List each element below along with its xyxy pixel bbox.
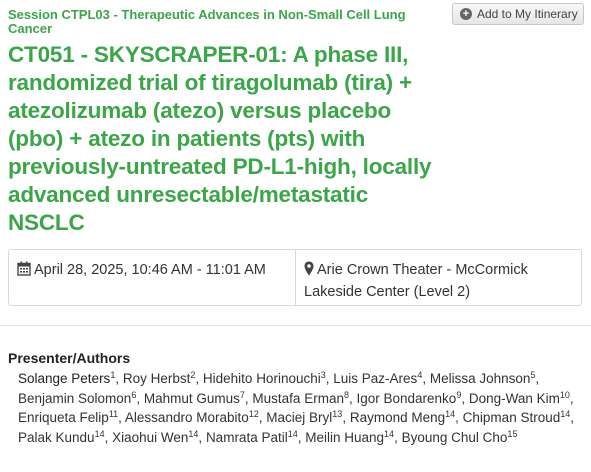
- author-affiliation: 7: [239, 389, 245, 400]
- author-name: Dong-Wan Kim: [468, 390, 560, 406]
- author-name: Byoung Chul Cho: [401, 429, 508, 445]
- location-cell: Arie Crown Theater - McCormick Lakeside …: [296, 250, 581, 305]
- author-name: Hidehito Horinouchi: [202, 371, 321, 386]
- author-name: Melissa Johnson: [429, 371, 531, 386]
- section-divider: [0, 325, 591, 326]
- author-name: Benjamin Solomon: [18, 390, 132, 406]
- author-item: Enriqueta Felip11: [18, 409, 119, 426]
- date-cell: April 28, 2025, 10:46 AM - 11:01 AM: [9, 250, 296, 305]
- author-item: Mustafa Erman8: [252, 389, 349, 406]
- author-affiliation: 5: [530, 370, 536, 380]
- author-affiliation: 14: [188, 428, 199, 439]
- author-affiliation: 13: [332, 409, 343, 419]
- author-affiliation: 14: [445, 409, 456, 419]
- presenters-label: Presenter/Authors: [8, 350, 131, 366]
- author-affiliation: 14: [384, 428, 395, 439]
- author-affiliation: 11: [108, 409, 119, 419]
- map-marker-icon: [304, 261, 314, 282]
- author-item: Benjamin Solomon6: [18, 389, 137, 406]
- session-title: Session CTPL03 - Therapeutic Advances in…: [8, 7, 406, 36]
- author-name: Chipman Stroud: [462, 410, 561, 425]
- author-name: Palak Kundu: [18, 429, 95, 445]
- author-item: Xiaohui Wen14: [112, 428, 199, 445]
- author-name: Roy Herbst: [122, 371, 191, 386]
- author-name: Alessandro Morabito: [124, 410, 249, 425]
- author-affiliation: 14: [94, 428, 105, 439]
- author-item: Hidehito Horinouchi3: [202, 370, 326, 387]
- session-datetime: April 28, 2025, 10:46 AM - 11:01 AM: [34, 262, 266, 278]
- author-affiliation: 4: [417, 370, 423, 380]
- author-affiliation: 14: [560, 409, 571, 419]
- author-item: Roy Herbst2: [122, 370, 196, 387]
- author-name: Namrata Patil: [205, 429, 288, 445]
- author-item: Raymond Meng14: [349, 409, 456, 426]
- add-to-itinerary-label: Add to My Itinerary: [477, 7, 578, 21]
- session-location: Arie Crown Theater - McCormick Lakeside …: [304, 262, 528, 300]
- author-name: Meilin Huang: [305, 429, 385, 445]
- author-item: Chipman Stroud14: [462, 409, 571, 426]
- author-name: Raymond Meng: [349, 410, 446, 425]
- author-item: Meilin Huang14: [305, 428, 395, 445]
- add-to-itinerary-button[interactable]: + Add to My Itinerary: [452, 3, 584, 25]
- author-affiliation: 1: [110, 370, 116, 380]
- author-affiliation: 12: [248, 409, 259, 419]
- author-item: Solange Peters1: [18, 370, 116, 387]
- author-item: Maciej Bryl13: [266, 409, 343, 426]
- author-item: Byoung Chul Cho15: [401, 428, 518, 445]
- author-item: Palak Kundu14: [18, 428, 105, 445]
- author-name: Xiaohui Wen: [112, 429, 189, 445]
- author-item: Melissa Johnson5: [429, 370, 536, 387]
- author-affiliation: 6: [131, 389, 137, 400]
- author-affiliation: 10: [559, 389, 570, 400]
- author-item: Alessandro Morabito12: [124, 409, 259, 426]
- author-name: Luis Paz-Ares: [333, 371, 418, 386]
- author-name: Igor Bondarenko: [356, 390, 457, 406]
- author-affiliation: 2: [190, 370, 196, 380]
- author-affiliation: 3: [320, 370, 326, 380]
- author-name: Enriqueta Felip: [18, 410, 109, 425]
- author-item: Dong-Wan Kim10: [468, 389, 570, 406]
- author-name: Mahmut Gumus: [143, 390, 240, 406]
- author-affiliation: 9: [456, 389, 462, 400]
- author-name: Maciej Bryl: [266, 410, 333, 425]
- author-affiliation: 15: [507, 428, 518, 439]
- author-affiliation: 14: [287, 428, 298, 439]
- author-name: Mustafa Erman: [252, 390, 344, 406]
- author-item: Namrata Patil14: [205, 428, 298, 445]
- author-item: Mahmut Gumus7: [143, 389, 245, 406]
- author-affiliation: 8: [343, 389, 349, 400]
- author-item: Igor Bondarenko9: [356, 389, 462, 406]
- plus-circle-icon: +: [460, 8, 472, 20]
- calendar-icon: [17, 261, 31, 282]
- session-details-box: April 28, 2025, 10:46 AM - 11:01 AM Arie…: [8, 249, 582, 306]
- author-item: Luis Paz-Ares4: [333, 370, 423, 387]
- abstract-title: CT051 - SKYSCRAPER-01: A phase III, rand…: [8, 42, 432, 235]
- author-list: Solange Peters1, Roy Herbst2, Hidehito H…: [18, 370, 575, 445]
- author-name: Solange Peters: [18, 371, 111, 386]
